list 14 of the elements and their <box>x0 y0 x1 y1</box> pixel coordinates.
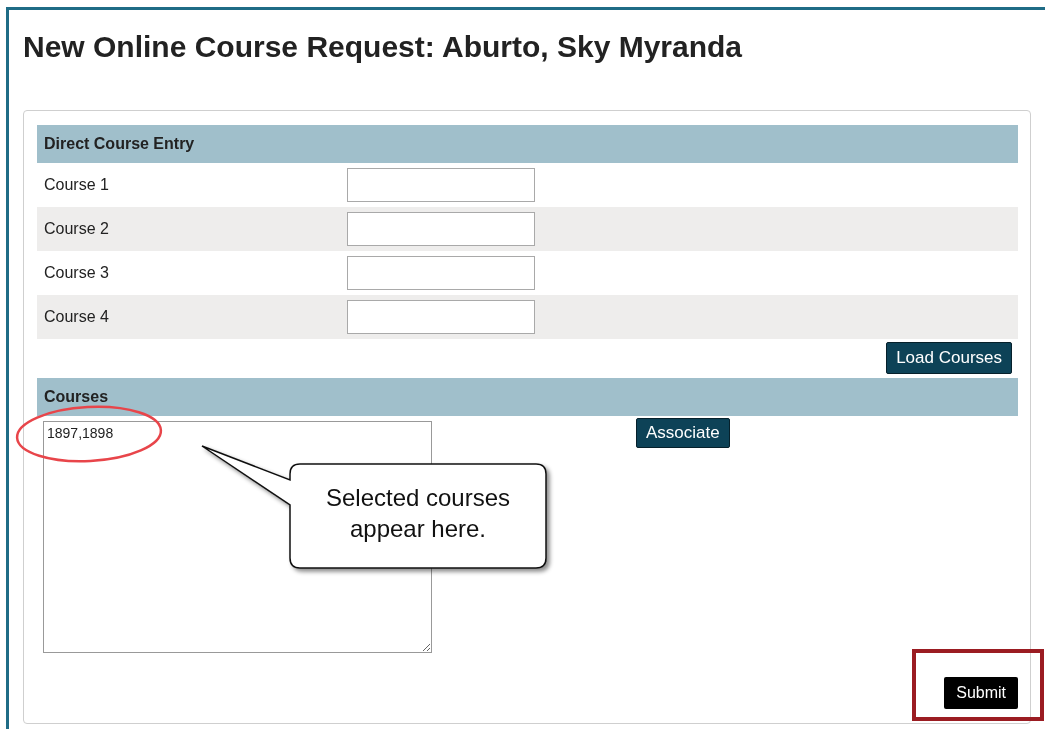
load-courses-button[interactable]: Load Courses <box>886 342 1012 374</box>
course-input[interactable] <box>347 212 535 246</box>
course-input[interactable] <box>347 256 535 290</box>
course-input[interactable] <box>347 168 535 202</box>
page-title: New Online Course Request: Aburto, Sky Myranda <box>23 30 744 64</box>
field-label: Course 2 <box>43 220 110 238</box>
section-heading: Direct Course Entry <box>37 125 1018 163</box>
section-heading: Courses <box>37 378 1018 416</box>
field-label: Course 4 <box>43 308 110 326</box>
associate-button[interactable]: Associate <box>636 418 730 448</box>
field-label: Course 1 <box>43 176 110 194</box>
field-label: Course 3 <box>43 264 110 282</box>
course-input[interactable] <box>347 300 535 334</box>
submit-button[interactable]: Submit <box>944 677 1018 709</box>
